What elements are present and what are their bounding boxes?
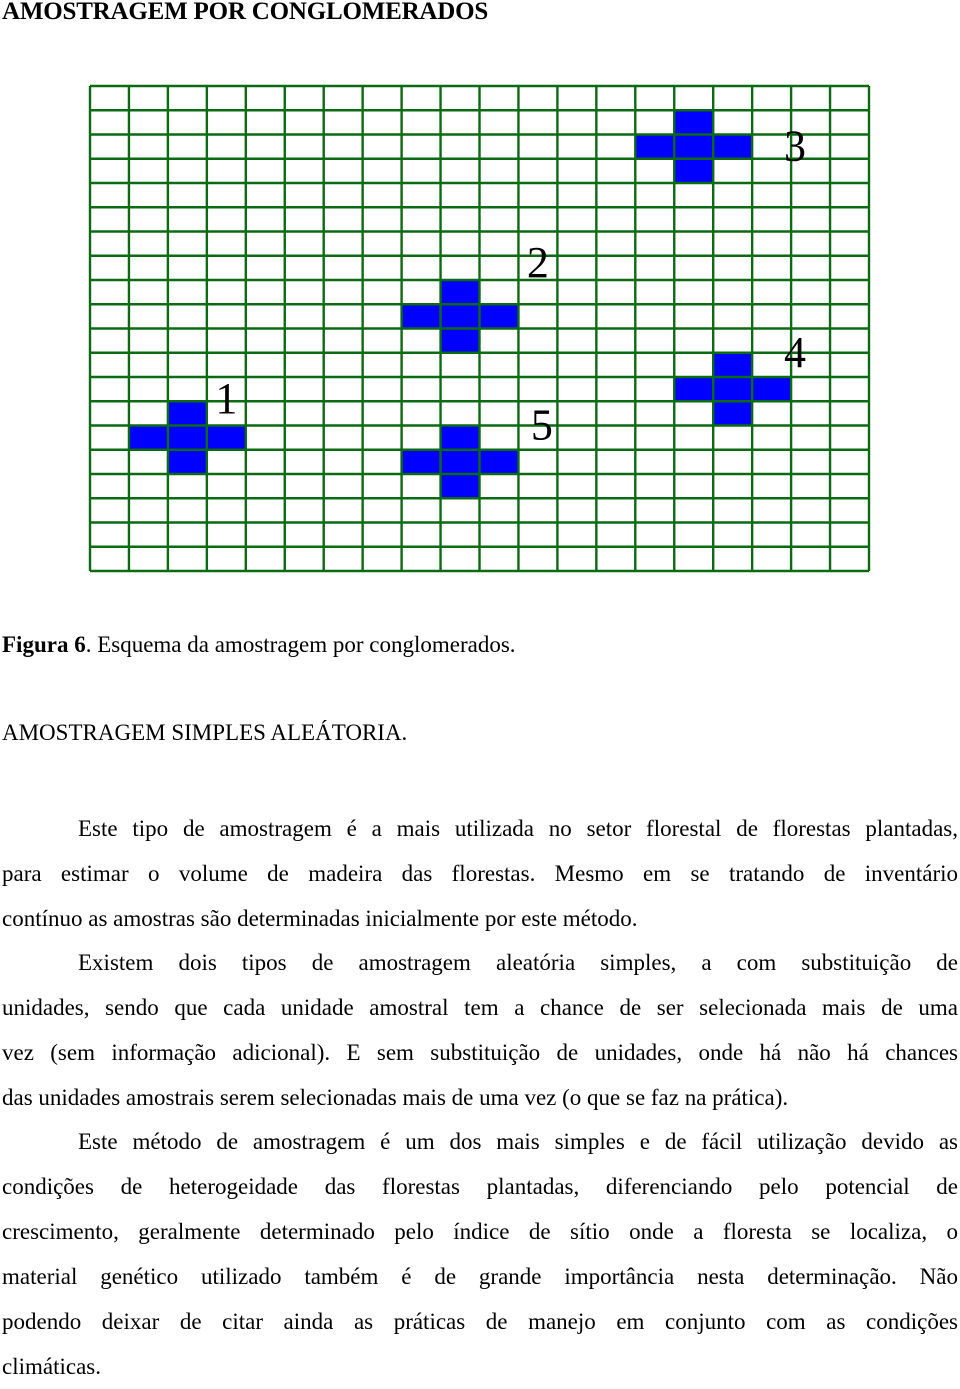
paragraph-3: Este método de amostragem é um dos mais … <box>2 1119 958 1389</box>
cluster-4-cell <box>713 352 753 377</box>
figure-caption-prefix: Figura 6 <box>2 632 86 657</box>
paragraph-line: Este método de amostragem é um dos mais … <box>78 1129 958 1154</box>
cluster-sampling-figure: 1 2 3 4 5 <box>88 84 871 573</box>
cluster-5-cell <box>440 474 480 499</box>
cluster-label-5: 5 <box>531 401 553 450</box>
cluster-3-cell <box>674 110 714 135</box>
cluster-3-cell <box>635 134 675 159</box>
cluster-1-cell <box>206 425 246 450</box>
cluster-label-3: 3 <box>784 122 806 171</box>
cluster-5-cell <box>440 449 480 474</box>
cluster-label-4: 4 <box>784 328 806 377</box>
paragraph-2: Existem dois tipos de amostragem aleatór… <box>2 940 958 1120</box>
paragraph-line: Existem dois tipos de amostragem aleatór… <box>78 950 958 975</box>
paragraph-line: das unidades amostrais serem selecionada… <box>2 1085 789 1110</box>
cluster-2-cell <box>479 304 519 329</box>
cluster-2-cell <box>440 304 480 329</box>
paragraph-line: condições de heterogeidade das florestas… <box>2 1174 958 1199</box>
paragraph-line: unidades, sendo que cada unidade amostra… <box>2 995 958 1020</box>
grid-lines <box>88 84 871 573</box>
paragraph-line: Este tipo de amostragem é a mais utiliza… <box>78 816 958 841</box>
paragraph-1: Este tipo de amostragem é a mais utiliza… <box>2 806 958 941</box>
cluster-4-cell <box>674 377 714 402</box>
figure-caption-text: . Esquema da amostragem por conglomerado… <box>85 632 516 657</box>
paragraph-line: podendo deixar de citar ainda as prática… <box>2 1309 958 1334</box>
paragraph-line: vez (sem informação adicional). E sem su… <box>2 1040 958 1065</box>
paragraph-line: material genético utilizado também é de … <box>2 1264 958 1289</box>
cluster-3-cell <box>674 134 714 159</box>
cluster-4-cell <box>713 377 753 402</box>
cluster-1-cell <box>167 401 207 426</box>
paragraph-line: climáticas. <box>2 1354 101 1379</box>
cluster-3-cell <box>674 158 714 183</box>
cluster-5-cell <box>401 449 441 474</box>
cluster-label-1: 1 <box>215 374 237 423</box>
cluster-1-cell <box>167 449 207 474</box>
paragraph-line: contínuo as amostras são determinadas in… <box>2 906 638 931</box>
cluster-1-cell <box>128 425 168 450</box>
figure-caption: Figura 6. Esquema da amostragem por cong… <box>2 632 516 658</box>
cluster-5-cell <box>440 425 480 450</box>
paragraph-line: para estimar o volume de madeira das flo… <box>2 861 958 886</box>
cluster-3-cell <box>713 134 753 159</box>
cluster-2-cell <box>401 304 441 329</box>
cluster-2-cell <box>440 328 480 353</box>
section-title: AMOSTRAGEM SIMPLES ALEÁTORIA. <box>2 720 408 745</box>
cluster-5-cell <box>479 449 519 474</box>
cluster-1-cell <box>167 425 207 450</box>
cluster-label-2: 2 <box>527 238 549 287</box>
cluster-2-cell <box>440 280 480 305</box>
paragraph-line: crescimento, geralmente determinado pelo… <box>2 1219 958 1244</box>
cluster-4-cell <box>752 377 792 402</box>
cluster-4-cell <box>713 401 753 426</box>
